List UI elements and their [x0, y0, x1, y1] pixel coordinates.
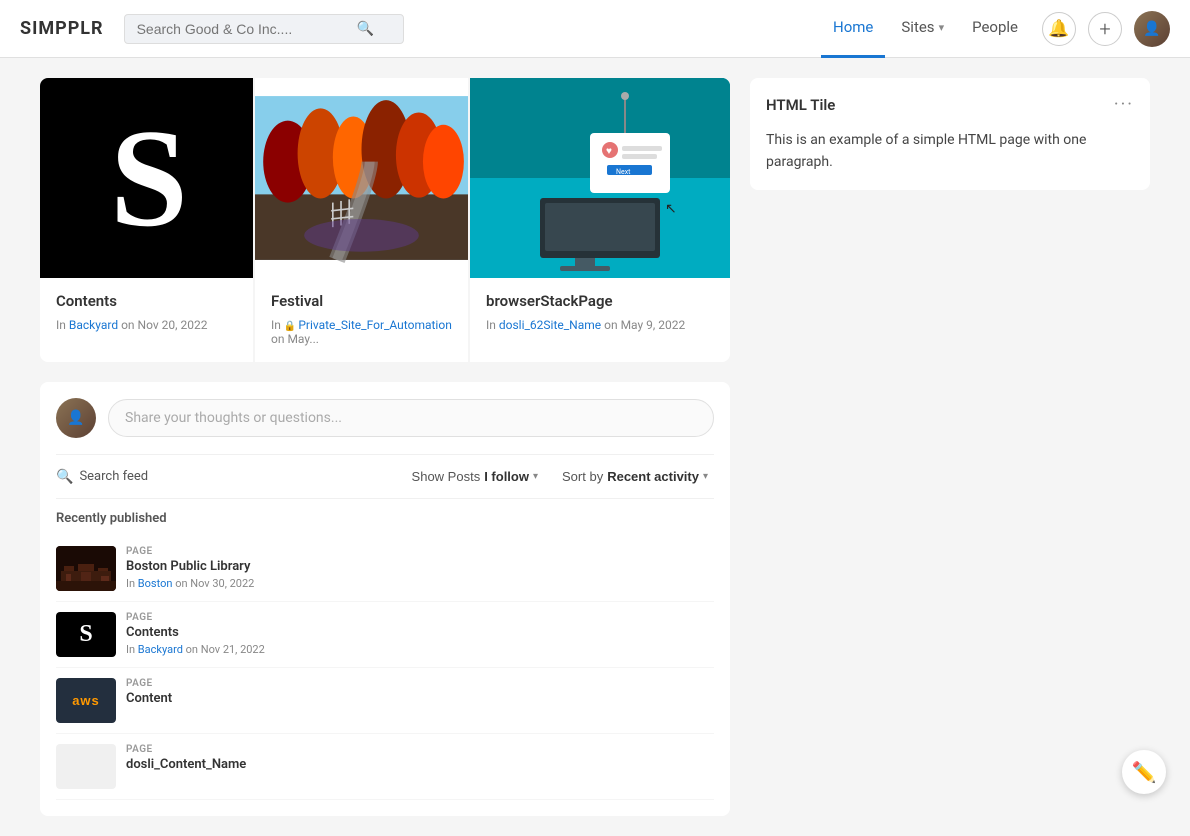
left-column: S Contents In Backyard on Nov 20, 2022 — [40, 78, 730, 816]
card-contents[interactable]: S Contents In Backyard on Nov 20, 2022 — [40, 78, 253, 362]
pub-title-bpl: Boston Public Library — [126, 559, 714, 574]
card-browserstack-title: browserStackPage — [486, 292, 714, 310]
search-feed[interactable]: 🔍 Search feed — [56, 469, 148, 485]
pub-item-content-aws[interactable]: aws PAGE Content — [56, 668, 714, 734]
card-festival-date: on May... — [271, 332, 319, 346]
pub-item-contents[interactable]: S PAGE Contents In Backyard on Nov 21, 2… — [56, 602, 714, 668]
pub-title-aws: Content — [126, 691, 714, 706]
card-contents-title: Contents — [56, 292, 237, 310]
card-browserstack-image: ♥ Next ↖ — [470, 78, 730, 278]
sort-by-label: Sort by — [562, 469, 603, 484]
svg-text:↖: ↖ — [665, 201, 677, 217]
card-festival-title: Festival — [271, 292, 452, 310]
chevron-down-icon: ▾ — [939, 21, 945, 34]
search-input[interactable] — [137, 21, 357, 37]
nav-home[interactable]: Home — [821, 0, 885, 58]
card-browserstack-meta: In dosli_62Site_Name on May 9, 2022 — [486, 318, 714, 332]
svg-text:Next: Next — [616, 168, 631, 176]
sort-filter-value: Recent activity — [607, 469, 699, 484]
pub-date-contents: on Nov 21, 2022 — [186, 643, 265, 656]
pub-site-bpl[interactable]: Boston — [138, 577, 173, 590]
right-column: HTML Tile ··· This is an example of a si… — [750, 78, 1150, 816]
card-festival-image — [255, 78, 468, 278]
pub-thumb-aws: aws — [56, 678, 116, 723]
pub-title-contents: Contents — [126, 625, 714, 640]
pub-thumb-contents: S — [56, 612, 116, 657]
pub-type-dosli: PAGE — [126, 744, 714, 755]
show-posts-label: Show Posts — [412, 469, 481, 484]
bell-icon[interactable]: 🔔 — [1042, 12, 1076, 46]
bpl-thumbnail — [56, 546, 116, 591]
card-browserstack[interactable]: ♥ Next ↖ browserStackPage In dosli_62 — [470, 78, 730, 362]
avatar[interactable]: 👤 — [1134, 11, 1170, 47]
card-contents-image: S — [40, 78, 253, 278]
card-festival-meta: In 🔒Private_Site_For_Automation on May..… — [271, 318, 452, 346]
sort-filter-chevron: ▾ — [703, 471, 708, 482]
html-tile-menu-icon[interactable]: ··· — [1114, 94, 1134, 115]
lock-icon: 🔒 — [284, 321, 296, 332]
html-tile-header: HTML Tile ··· — [766, 94, 1134, 115]
add-button[interactable]: + — [1088, 12, 1122, 46]
edit-icon: ✏️ — [1132, 760, 1157, 784]
search-icon[interactable]: 🔍 — [357, 21, 374, 37]
nav-people[interactable]: People — [960, 0, 1030, 58]
compose-box: 👤 Share your thoughts or questions... — [56, 398, 714, 438]
feed-container: 👤 Share your thoughts or questions... 🔍 … — [40, 382, 730, 816]
posts-filter-chevron: ▾ — [533, 471, 538, 482]
search-bar[interactable]: 🔍 — [124, 14, 404, 44]
featured-cards: S Contents In Backyard on Nov 20, 2022 — [40, 78, 730, 362]
pub-meta-bpl: In Boston on Nov 30, 2022 — [126, 577, 714, 590]
feed-controls: 🔍 Search feed Show Posts I follow ▾ Sort… — [56, 454, 714, 499]
pub-item-bpl[interactable]: PAGE Boston Public Library In Boston on … — [56, 536, 714, 602]
pub-type-contents: PAGE — [126, 612, 714, 623]
recently-published-label: Recently published — [56, 511, 714, 526]
search-feed-label: Search feed — [79, 469, 148, 484]
posts-filter-value: I follow — [484, 469, 529, 484]
card-contents-site[interactable]: Backyard — [69, 318, 118, 332]
pub-site-contents[interactable]: Backyard — [138, 643, 183, 656]
card-contents-date: on Nov 20, 2022 — [121, 318, 207, 332]
forest-svg — [255, 78, 468, 278]
pub-type-bpl: PAGE — [126, 546, 714, 557]
pub-thumb-bpl — [56, 546, 116, 591]
phishing-svg: ♥ Next ↖ — [470, 78, 730, 278]
html-tile-content: This is an example of a simple HTML page… — [766, 129, 1134, 174]
card-contents-meta: In Backyard on Nov 20, 2022 — [56, 318, 237, 332]
navbar: SIMPPLR 🔍 Home Sites ▾ People 🔔 + 👤 — [0, 0, 1190, 58]
pub-meta-contents: In Backyard on Nov 21, 2022 — [126, 643, 714, 656]
pub-thumb-dosli — [56, 744, 116, 789]
card-browserstack-site[interactable]: dosli_62Site_Name — [499, 318, 601, 332]
pub-item-dosli[interactable]: PAGE dosli_Content_Name — [56, 734, 714, 800]
pub-type-aws: PAGE — [126, 678, 714, 689]
nav-sites[interactable]: Sites ▾ — [889, 0, 956, 58]
html-tile-title: HTML Tile — [766, 96, 835, 114]
sort-by-filter[interactable]: Sort by Recent activity ▾ — [556, 465, 714, 488]
search-feed-icon: 🔍 — [56, 469, 73, 485]
svg-text:♥: ♥ — [606, 146, 612, 157]
card-browserstack-date: on May 9, 2022 — [604, 318, 685, 332]
html-tile: HTML Tile ··· This is an example of a si… — [750, 78, 1150, 190]
nav-links: Home Sites ▾ People — [821, 0, 1030, 58]
brand-logo[interactable]: SIMPPLR — [20, 18, 104, 39]
card-festival[interactable]: Festival In 🔒Private_Site_For_Automation… — [255, 78, 468, 362]
show-posts-filter[interactable]: Show Posts I follow ▾ — [406, 465, 544, 488]
compose-input[interactable]: Share your thoughts or questions... — [108, 399, 714, 437]
floating-action-button[interactable]: ✏️ — [1122, 750, 1166, 794]
main-content: S Contents In Backyard on Nov 20, 2022 — [20, 58, 1170, 836]
pub-date-bpl: on Nov 30, 2022 — [175, 577, 254, 590]
pub-title-dosli: dosli_Content_Name — [126, 757, 714, 772]
navbar-icons: 🔔 + 👤 — [1042, 11, 1170, 47]
compose-avatar: 👤 — [56, 398, 96, 438]
card-festival-site[interactable]: Private_Site_For_Automation — [298, 318, 452, 332]
